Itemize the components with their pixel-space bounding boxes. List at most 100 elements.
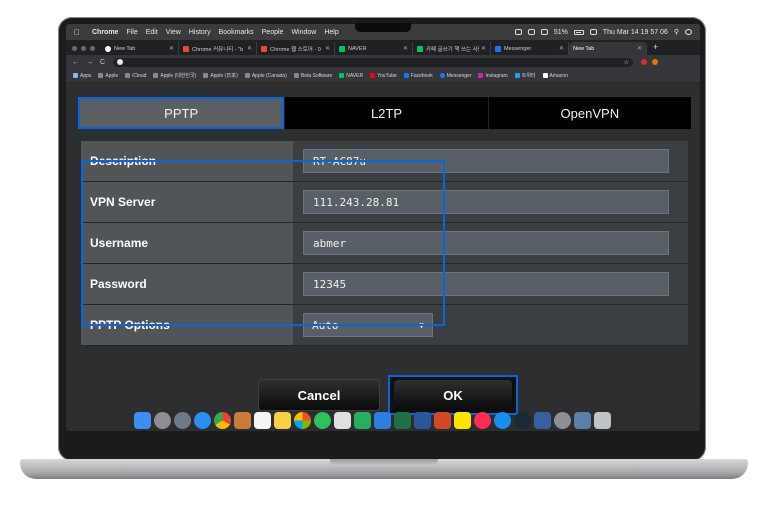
bookmark-star-icon[interactable]: ☆ — [624, 59, 629, 66]
back-icon[interactable]: ← — [72, 59, 79, 66]
word-icon[interactable] — [414, 411, 431, 429]
menu-file[interactable]: File — [126, 29, 137, 36]
launchpad-icon[interactable] — [154, 411, 171, 429]
close-tab-icon[interactable]: ✕ — [403, 45, 408, 52]
bookmark-item[interactable]: iCloud — [125, 73, 146, 79]
forward-icon[interactable]: → — [86, 59, 93, 66]
ok-button[interactable]: OK — [394, 380, 512, 410]
bookmark-item[interactable]: Apple (日本) — [203, 72, 238, 79]
bookmark-label: YouTube — [377, 72, 397, 79]
preferences-icon[interactable] — [554, 411, 571, 429]
powerpoint-icon[interactable] — [434, 411, 451, 429]
apple-icon — [153, 73, 159, 78]
browser-tab[interactable]: New Tab ✕ — [101, 42, 179, 55]
new-tab-button[interactable]: + — [653, 42, 658, 52]
tab-l2tp[interactable]: L2TP — [284, 97, 488, 129]
profile-icon[interactable] — [652, 59, 659, 65]
bookmark-item[interactable]: Beta Software — [293, 73, 332, 79]
menu-help[interactable]: Help — [324, 29, 338, 36]
script-icon[interactable] — [334, 411, 351, 429]
close-tab-icon[interactable]: ✕ — [637, 45, 642, 52]
minimize-window-icon[interactable] — [81, 46, 86, 51]
extension-icon[interactable] — [641, 59, 648, 65]
chrome-icon[interactable] — [214, 411, 231, 429]
finder-icon[interactable] — [134, 411, 151, 429]
close-tab-icon[interactable]: ✕ — [325, 45, 330, 52]
reload-icon[interactable]: C — [100, 59, 105, 66]
bookmark-item[interactable]: Messenger — [439, 73, 471, 79]
apple-icon[interactable]:  — [74, 28, 84, 37]
bookmark-item[interactable]: Amazon — [542, 73, 568, 79]
input-source-icon[interactable] — [589, 29, 597, 35]
close-tab-icon[interactable]: ✕ — [169, 45, 174, 52]
menu-history[interactable]: History — [189, 29, 211, 36]
bluetooth-icon[interactable] — [527, 29, 535, 35]
bookmark-item[interactable]: Facebook — [403, 73, 433, 79]
numbers-icon[interactable] — [354, 411, 371, 429]
address-bar[interactable]: ☆ — [113, 57, 634, 67]
menu-view[interactable]: View — [166, 29, 181, 36]
bookmark-item[interactable]: Apple (대한민국) — [153, 72, 196, 79]
notes-icon[interactable] — [274, 411, 291, 429]
bookmark-label: NAVER — [346, 72, 364, 79]
message-icon[interactable] — [514, 29, 522, 35]
siri-icon[interactable] — [685, 29, 692, 35]
bookmark-item[interactable]: NAVER — [339, 73, 363, 79]
close-window-icon[interactable] — [72, 46, 77, 51]
music-icon[interactable] — [474, 411, 491, 429]
menu-edit[interactable]: Edit — [146, 29, 158, 36]
cancel-button[interactable]: Cancel — [258, 379, 380, 411]
username-input[interactable]: abmer — [303, 231, 669, 255]
steam-icon[interactable] — [514, 411, 531, 429]
wifi-icon[interactable] — [540, 29, 548, 35]
browser-tab[interactable]: NAVER ✕ — [335, 42, 413, 55]
tab-title: New Tab — [114, 45, 136, 52]
close-tab-icon[interactable]: ✕ — [481, 45, 486, 52]
menu-app-name[interactable]: Chrome — [92, 29, 118, 36]
screen-icon[interactable] — [574, 411, 591, 429]
bookmark-item[interactable]: YouTube — [370, 73, 397, 79]
browser-tab-active[interactable]: New Tab ✕ — [569, 42, 647, 55]
tab-favicon-icon — [417, 45, 423, 52]
description-input[interactable]: RT-AC87u — [303, 149, 669, 173]
tab-pptp[interactable]: PPTP — [78, 97, 285, 129]
safari-icon[interactable] — [194, 411, 211, 429]
browser-tab[interactable]: Chrome 커뮤니티 - "b ✕ — [179, 42, 257, 55]
password-input[interactable]: 12345 — [303, 272, 669, 296]
bookmark-item[interactable]: Apple — [98, 73, 118, 79]
photo-icon[interactable] — [234, 411, 251, 429]
vpn-icon[interactable] — [534, 411, 551, 429]
keynote-icon[interactable] — [374, 411, 391, 429]
menubar-clock[interactable]: Thu Mar 14 19 57 06 — [603, 29, 668, 36]
tab-favicon-icon — [261, 45, 267, 52]
tab-openvpn[interactable]: OpenVPN — [487, 97, 691, 129]
rocket-icon[interactable] — [174, 411, 191, 429]
browser-tab[interactable]: Chrome 웹 스토어 - 0 ✕ — [257, 42, 335, 55]
bookmark-item[interactable]: Apps — [73, 73, 91, 79]
vpn-server-input[interactable]: 111.243.28.81 — [303, 190, 669, 214]
instagram-icon — [478, 73, 484, 78]
kakaotalk-icon[interactable] — [454, 411, 471, 429]
browser-tab[interactable]: 카페 글쓰기 책 쓰는 사람 ✕ — [413, 42, 491, 55]
menu-bookmarks[interactable]: Bookmarks — [219, 29, 254, 36]
bookmark-item[interactable]: Apple (Canada) — [244, 73, 287, 79]
messages-icon[interactable] — [314, 411, 331, 429]
appstore-icon[interactable] — [494, 411, 511, 429]
google-icon — [117, 59, 124, 65]
calendar-icon[interactable] — [254, 411, 271, 429]
trash-icon[interactable] — [594, 411, 611, 429]
menu-people[interactable]: People — [262, 29, 284, 36]
bookmark-item[interactable]: Instagram — [478, 73, 508, 79]
photos-icon[interactable] — [294, 411, 311, 429]
spotlight-icon[interactable]: ⚲ — [674, 28, 679, 36]
battery-icon[interactable] — [573, 29, 584, 35]
close-tab-icon[interactable]: ✕ — [247, 45, 252, 52]
close-tab-icon[interactable]: ✕ — [559, 45, 564, 52]
pptp-options-select[interactable]: Auto ▼ — [303, 313, 433, 337]
bookmark-item[interactable]: 트위터 — [514, 72, 536, 79]
browser-tab[interactable]: Messenger ✕ — [491, 42, 569, 55]
pptp-options-cell: Auto ▼ — [293, 305, 688, 345]
zoom-window-icon[interactable] — [90, 46, 95, 51]
excel-icon[interactable] — [394, 411, 411, 429]
menu-window[interactable]: Window — [291, 29, 316, 36]
